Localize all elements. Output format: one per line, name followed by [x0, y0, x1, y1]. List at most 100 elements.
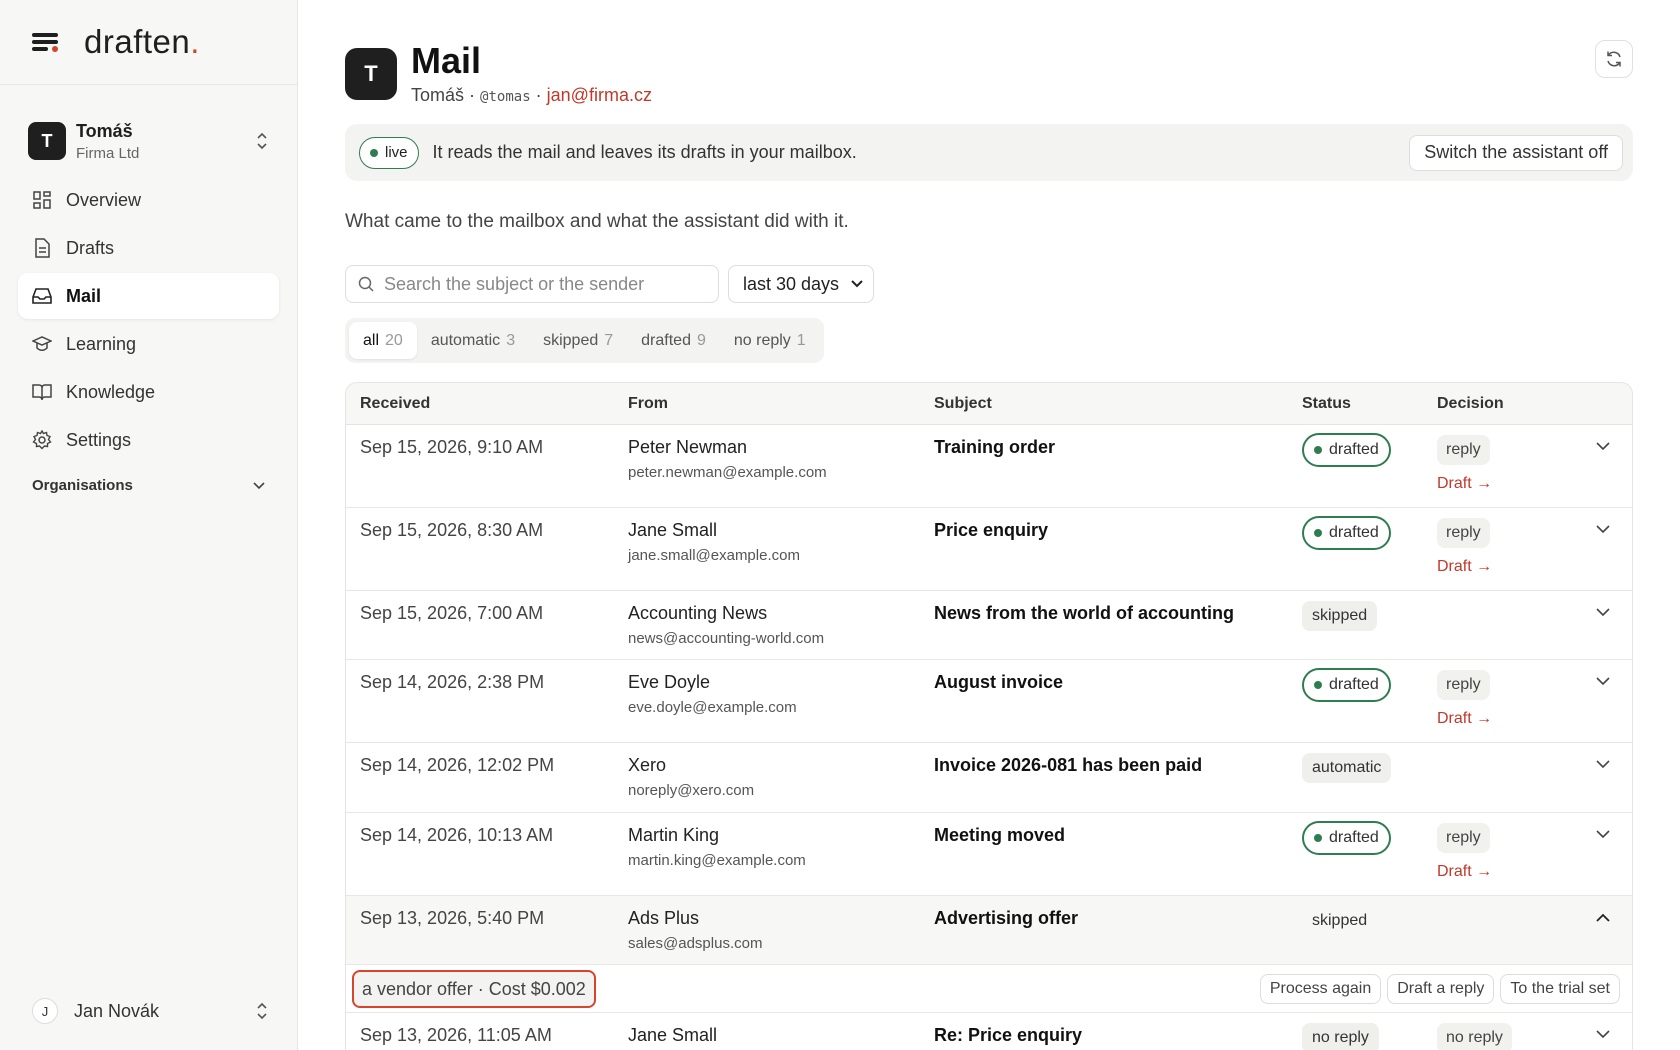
table-row[interactable]: Sep 14, 2026, 12:02 PM Xero noreply@xero.…: [346, 743, 1632, 813]
subject-cell: Training order: [934, 437, 1056, 457]
from-cell: Jane Small jane.small@example.com: [628, 520, 800, 564]
brand-bar: draften.: [0, 0, 297, 85]
column-subject[interactable]: Subject: [934, 395, 992, 413]
chevron-down-icon: [253, 481, 265, 489]
draft-link[interactable]: Draft →: [1437, 558, 1492, 576]
chevron-down-icon[interactable]: [1594, 603, 1612, 621]
assistant-status-banner: live It reads the mail and leaves its dr…: [345, 124, 1633, 181]
column-received[interactable]: Received: [360, 395, 430, 413]
sidebar-item-learning[interactable]: Learning: [18, 321, 279, 367]
table-row[interactable]: Sep 13, 2026, 11:05 AM Jane Small Re: Pr…: [346, 1013, 1632, 1050]
column-from[interactable]: From: [628, 395, 668, 413]
sidebar-item-label: Settings: [66, 429, 132, 450]
chevron-up-icon[interactable]: [1594, 908, 1612, 926]
profile-handle: @tomas: [480, 89, 531, 105]
menu-icon[interactable]: [32, 31, 58, 53]
chevron-down-icon[interactable]: [1594, 755, 1612, 773]
sidebar-item-mail[interactable]: Mail: [18, 273, 279, 319]
filter-automatic[interactable]: automatic 3: [417, 322, 529, 359]
table-row[interactable]: Sep 15, 2026, 8:30 AM Jane Small jane.sma…: [346, 508, 1632, 591]
received-cell: Sep 14, 2026, 10:13 AM: [360, 825, 554, 845]
filter-drafted[interactable]: drafted 9: [627, 322, 720, 359]
filter-skipped[interactable]: skipped 7: [529, 322, 627, 359]
table-row[interactable]: Sep 14, 2026, 10:13 AM Martin King martin…: [346, 813, 1632, 896]
separator: ·: [535, 85, 542, 105]
user-menu[interactable]: J Jan Novák: [32, 998, 269, 1024]
period-select[interactable]: last 30 days: [728, 265, 874, 303]
from-cell: Ads Plus sales@adsplus.com: [628, 908, 763, 952]
decision-badge: no reply: [1437, 1023, 1512, 1050]
workspace-switcher[interactable]: T Tomáš Firma Ltd: [20, 113, 277, 169]
subject-cell: Meeting moved: [934, 825, 1066, 845]
refresh-icon: [1607, 51, 1621, 67]
column-status[interactable]: Status: [1302, 395, 1351, 413]
chevron-down-icon[interactable]: [1594, 1025, 1612, 1043]
subject-cell: Price enquiry: [934, 520, 1049, 540]
status-badge: automatic: [1302, 753, 1392, 783]
received-cell: Sep 15, 2026, 8:30 AM: [360, 520, 544, 540]
received-cell: Sep 15, 2026, 7:00 AM: [360, 603, 544, 623]
profile-subline: Tomáš · @tomas · jan@firma.cz: [411, 85, 652, 106]
received-cell: Sep 13, 2026, 5:40 PM: [360, 908, 545, 928]
sidebar-item-settings[interactable]: Settings: [18, 417, 279, 463]
status-badge: drafted: [1302, 516, 1391, 550]
chevron-down-icon[interactable]: [1594, 520, 1612, 538]
column-decision[interactable]: Decision: [1437, 395, 1504, 413]
filter-no-reply[interactable]: no reply 1: [720, 322, 820, 359]
draft-a-reply-button[interactable]: Draft a reply: [1387, 974, 1495, 1004]
draft-link[interactable]: Draft →: [1437, 710, 1492, 728]
chevron-updown-icon: [257, 132, 267, 150]
switch-assistant-off-button[interactable]: Switch the assistant off: [1409, 134, 1623, 171]
mail-table: Received From Subject Status Decision Se…: [345, 382, 1633, 1050]
profile-name: Tomáš: [411, 85, 465, 105]
separator: ·: [469, 85, 476, 105]
draft-link[interactable]: Draft →: [1437, 863, 1492, 881]
decision-badge: reply: [1437, 435, 1490, 465]
status-badge: drafted: [1302, 668, 1391, 702]
workspace-avatar: T: [28, 122, 66, 160]
subject-cell: Advertising offer: [934, 908, 1079, 928]
workspace-name: Tomáš: [76, 120, 133, 141]
from-cell: Martin King martin.king@example.com: [628, 825, 806, 869]
organisations-toggle[interactable]: Organisations: [32, 477, 265, 494]
organisations-label: Organisations: [32, 477, 133, 494]
chevron-down-icon: [851, 280, 863, 288]
table-row-expanded[interactable]: Sep 13, 2026, 5:40 PM Ads Plus sales@adsp…: [346, 896, 1632, 965]
refresh-button[interactable]: [1595, 40, 1633, 78]
page-description: What came to the mailbox and what the as…: [345, 211, 849, 232]
to-trial-set-button[interactable]: To the trial set: [1500, 974, 1620, 1004]
from-cell: Jane Small: [628, 1025, 718, 1045]
page-header: T Mail Tomáš · @tomas · jan@firma.cz: [345, 40, 1633, 110]
status-badge: drafted: [1302, 821, 1391, 855]
graduation-cap-icon: [32, 334, 52, 354]
user-avatar: J: [32, 998, 58, 1024]
chevron-down-icon[interactable]: [1594, 437, 1612, 455]
profile-email-link[interactable]: jan@firma.cz: [547, 85, 652, 105]
sidebar-item-overview[interactable]: Overview: [18, 177, 279, 223]
search-input[interactable]: [384, 273, 704, 295]
sidebar-item-drafts[interactable]: Drafts: [18, 225, 279, 271]
chevron-down-icon[interactable]: [1594, 672, 1612, 690]
from-cell: Xero noreply@xero.com: [628, 755, 755, 799]
workspace-company: Firma Ltd: [76, 144, 140, 162]
from-cell: Eve Doyle eve.doyle@example.com: [628, 672, 797, 716]
table-row[interactable]: Sep 15, 2026, 7:00 AM Accounting News new…: [346, 591, 1632, 660]
table-row[interactable]: Sep 15, 2026, 9:10 AM Peter Newman peter.…: [346, 425, 1632, 508]
draft-link[interactable]: Draft →: [1437, 475, 1492, 493]
filter-all[interactable]: all 20: [349, 322, 417, 359]
table-row[interactable]: Sep 14, 2026, 2:38 PM Eve Doyle eve.doyle…: [346, 660, 1632, 743]
from-cell: Accounting News news@accounting-world.com: [628, 603, 825, 647]
banner-text: It reads the mail and leaves its drafts …: [432, 142, 857, 162]
inbox-icon: [32, 286, 52, 306]
sidebar-item-label: Drafts: [66, 237, 115, 258]
status-badge: skipped: [1302, 601, 1378, 631]
main-content: T Mail Tomáš · @tomas · jan@firma.cz liv…: [345, 0, 1633, 1050]
received-cell: Sep 13, 2026, 11:05 AM: [360, 1025, 552, 1045]
process-again-button[interactable]: Process again: [1259, 974, 1382, 1004]
subject-cell: News from the world of accounting: [934, 603, 1235, 623]
sidebar-item-knowledge[interactable]: Knowledge: [18, 369, 279, 415]
sidebar-item-label: Learning: [66, 333, 137, 354]
sidebar-nav: Overview Drafts Mail Learning Knowledge …: [18, 177, 279, 463]
chevron-down-icon[interactable]: [1594, 825, 1612, 843]
sidebar-item-label: Mail: [66, 285, 102, 306]
